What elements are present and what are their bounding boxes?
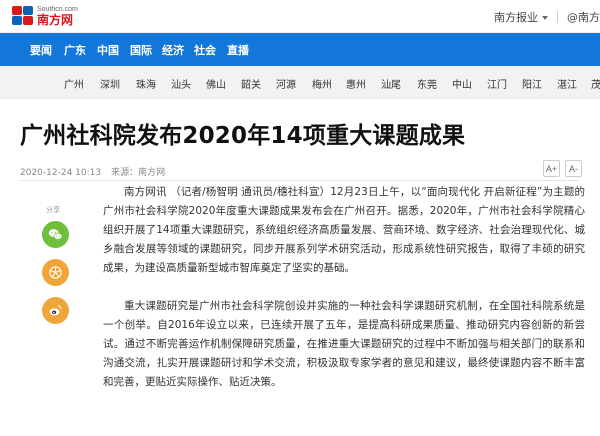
main-nav: 要闻 广东 中国 国际 经济 社会 直播: [0, 33, 600, 66]
article-body: 南方网讯 （记者/杨智明 通讯员/穗社科宣）12月23日上午，以“面向现代化 开…: [103, 183, 585, 411]
city-link[interactable]: 珠海: [136, 76, 156, 91]
city-link[interactable]: 广州: [64, 76, 84, 91]
share-wechat-button[interactable]: [42, 221, 69, 248]
city-link[interactable]: 湛江: [557, 76, 577, 91]
moments-icon: [49, 266, 62, 279]
top-links: 南方报业 @南方: [494, 9, 600, 25]
divider: [557, 11, 558, 23]
divider: [20, 180, 580, 181]
publish-date: 2020-12-24 10:13: [20, 168, 102, 178]
nav-item-economy[interactable]: 经济: [162, 42, 184, 58]
city-link[interactable]: 汕头: [171, 76, 191, 91]
city-link[interactable]: 阳江: [522, 76, 542, 91]
city-link[interactable]: 梅州: [312, 76, 332, 91]
nav-item-news[interactable]: 要闻: [30, 42, 52, 58]
nav-item-international[interactable]: 国际: [130, 42, 152, 58]
share-weibo-button[interactable]: [42, 297, 69, 324]
font-size-controls: A+ A-: [543, 160, 582, 177]
weibo-icon: [49, 305, 62, 316]
article-meta: 2020-12-24 10:13 来源：南方网: [20, 165, 165, 178]
article-paragraph: 南方网讯 （记者/杨智明 通讯员/穗社科宣）12月23日上午，以“面向现代化 开…: [103, 186, 585, 274]
city-link[interactable]: 茂: [591, 76, 600, 91]
city-link[interactable]: 深圳: [100, 76, 120, 91]
logo-name: 南方网: [37, 13, 74, 27]
font-smaller-button[interactable]: A-: [565, 160, 582, 177]
article-title: 广州社科院发布2020年14项重大课题成果: [20, 123, 466, 149]
top-link-at-nanfang[interactable]: @南方: [567, 9, 600, 25]
wechat-icon: [48, 229, 63, 240]
site-logo[interactable]: Southcn.com 南方网: [12, 5, 78, 27]
nav-item-china[interactable]: 中国: [97, 42, 119, 58]
nav-item-guangdong[interactable]: 广东: [64, 42, 86, 58]
city-link[interactable]: 河源: [276, 76, 296, 91]
city-link[interactable]: 汕尾: [381, 76, 401, 91]
nav-item-society[interactable]: 社会: [194, 42, 216, 58]
nav-item-live[interactable]: 直播: [227, 42, 249, 58]
city-link[interactable]: 江门: [487, 76, 507, 91]
chevron-down-icon: [542, 16, 548, 20]
share-label: 分享: [46, 206, 60, 214]
city-link[interactable]: 东莞: [417, 76, 437, 91]
article-paragraph: 重大课题研究是广州市社会科学院创设并实施的一种社会科学课题研究机制，在全国社科院…: [103, 300, 585, 388]
city-link[interactable]: 佛山: [206, 76, 226, 91]
font-larger-button[interactable]: A+: [543, 160, 560, 177]
article-source: 来源：南方网: [111, 168, 166, 178]
city-link[interactable]: 惠州: [346, 76, 366, 91]
logo-mark-icon: [12, 6, 34, 26]
city-link[interactable]: 韶关: [241, 76, 261, 91]
top-link-nanfang-baoye[interactable]: 南方报业: [494, 9, 548, 25]
logo-domain: Southcn.com: [37, 6, 78, 13]
top-bar: Southcn.com 南方网 南方报业 @南方: [0, 0, 600, 33]
city-link[interactable]: 中山: [452, 76, 472, 91]
city-nav: 广州 深圳 珠海 汕头 佛山 韶关 河源 梅州 惠州 汕尾 东莞 中山 江门 阳…: [0, 66, 600, 99]
share-moments-button[interactable]: [42, 259, 69, 286]
